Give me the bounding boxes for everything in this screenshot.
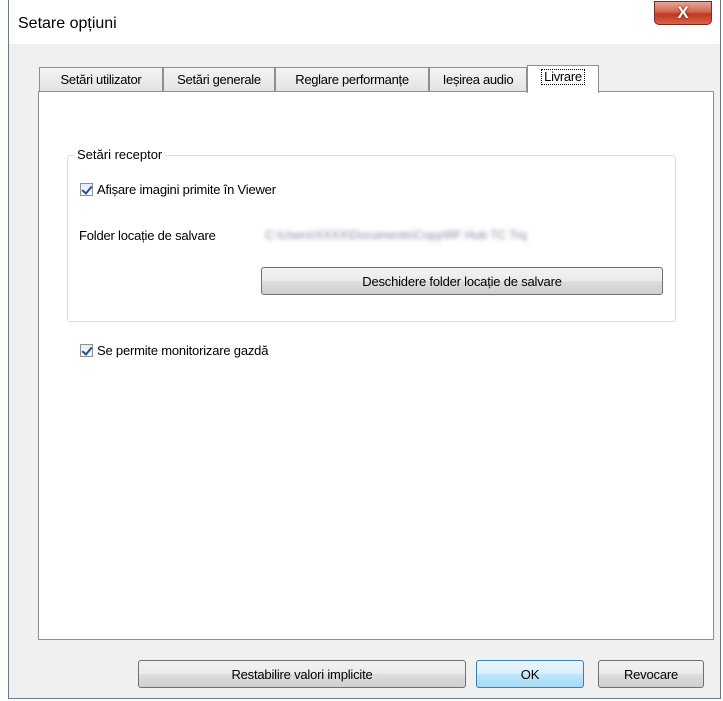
open-save-folder-button[interactable]: Deschidere folder locație de salvare [261, 267, 663, 295]
options-dialog: Setare opțiuni X Setări utilizator Setăr… [8, 0, 721, 699]
save-folder-field[interactable]: C:\Users\XXXX\Documents\Copy\RF Hub TC T… [261, 224, 663, 246]
tab-label: Livrare [541, 69, 585, 85]
restore-defaults-button[interactable]: Restabilire valori implicite [138, 660, 466, 688]
button-label: Revocare [623, 666, 679, 682]
close-button[interactable]: X [654, 1, 712, 25]
host-monitoring-label: Se permite monitorizare gazdă [97, 343, 269, 358]
checkbox-checked-icon [80, 344, 93, 357]
show-images-checkbox[interactable]: Afișare imagini primite în Viewer [80, 182, 276, 197]
button-label: Restabilire valori implicite [231, 666, 373, 682]
tab-label: Ieșirea audio [442, 72, 514, 87]
tab-label: Setări generale [177, 72, 261, 87]
tab-delivery[interactable]: Livrare [527, 65, 599, 93]
save-folder-label: Folder locație de salvare [79, 228, 216, 243]
tab-general-settings[interactable]: Setări generale [163, 67, 275, 91]
cancel-button[interactable]: Revocare [598, 660, 704, 688]
dialog-title: Setare opțiuni [18, 15, 117, 32]
receiver-settings-group: Setări receptor Afișare imagini primite … [67, 147, 676, 322]
close-icon: X [677, 3, 689, 22]
show-images-label: Afișare imagini primite în Viewer [97, 182, 276, 197]
tab-user-settings[interactable]: Setări utilizator [39, 67, 163, 91]
tab-label: Setări utilizator [60, 72, 142, 87]
group-title: Setări receptor [74, 147, 166, 162]
tab-performance[interactable]: Reglare performanțe [275, 67, 429, 91]
host-monitoring-checkbox[interactable]: Se permite monitorizare gazdă [80, 343, 268, 358]
ok-button[interactable]: OK [476, 660, 584, 688]
button-label: OK [520, 666, 540, 682]
save-folder-path: C:\Users\XXXX\Documents\Copy\RF Hub TC T… [265, 228, 527, 242]
tab-label: Reglare performanțe [295, 72, 409, 87]
tab-panel-delivery: Setări receptor Afișare imagini primite … [38, 91, 714, 640]
title-bar: Setare opțiuni X [9, 0, 720, 44]
tab-audio-output[interactable]: Ieșirea audio [429, 67, 527, 91]
button-label: Deschidere folder locație de salvare [362, 273, 562, 289]
checkbox-checked-icon [80, 183, 93, 196]
